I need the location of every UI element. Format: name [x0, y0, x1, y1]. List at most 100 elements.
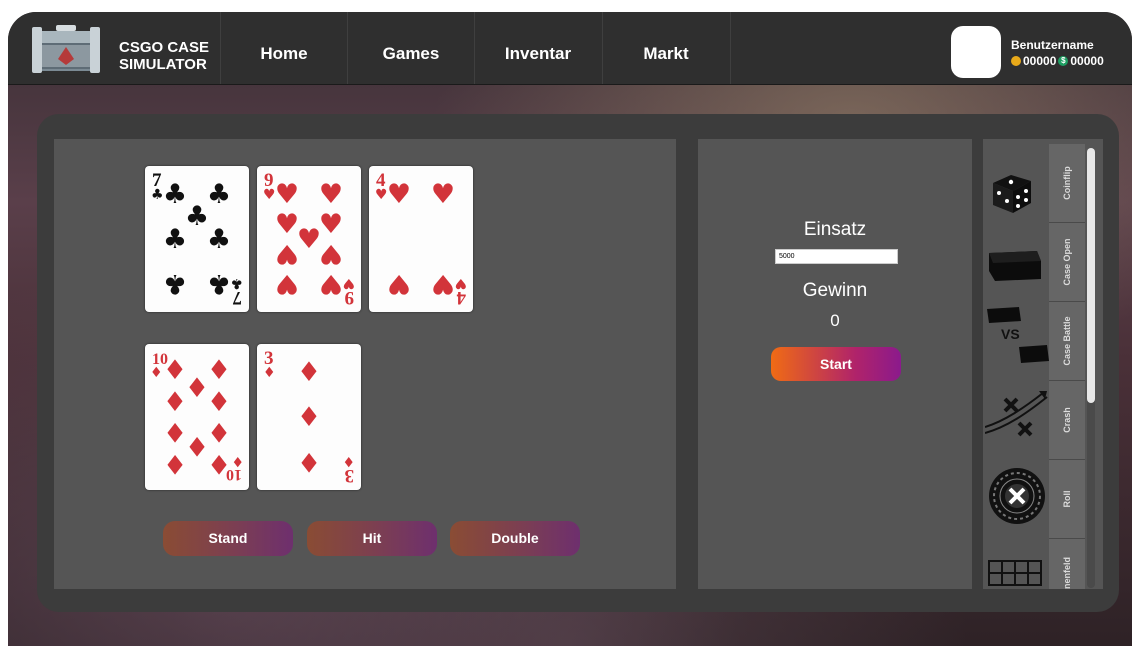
game-tab-label: Coinflip — [1062, 166, 1072, 200]
stand-button[interactable]: Stand — [163, 521, 293, 556]
nav-markt[interactable]: Markt — [603, 12, 729, 84]
start-button[interactable]: Start — [771, 347, 901, 381]
double-button[interactable]: Double — [450, 521, 580, 556]
svg-text:VS: VS — [1001, 326, 1020, 342]
brand-title: CSGO CASE SIMULATOR — [119, 39, 209, 73]
win-value: 0 — [830, 311, 840, 330]
bet-input[interactable] — [775, 249, 898, 264]
top-navbar: CSGO CASE SIMULATOR Home Games Inventar … — [8, 12, 1132, 85]
avatar[interactable] — [951, 26, 1001, 78]
card-pip: ♦ — [163, 416, 187, 447]
card-pip: ♥ — [275, 179, 299, 210]
card-suit-bottom: ♥ — [342, 275, 355, 291]
game-tab-label: Case Battle — [1062, 316, 1072, 366]
game-tab-label: Case Open — [1062, 238, 1072, 286]
card-pip: ♥ — [275, 209, 299, 240]
card-suit-top: ♦ — [150, 365, 163, 381]
playing-card-3-of-diamonds: 3 ♦ 3 ♦ ♦ ♦ ♦ — [257, 344, 361, 490]
card-pip: ♦ — [207, 387, 231, 418]
coin-icon — [1011, 56, 1021, 66]
bet-panel: Einsatz Gewinn 0 Start — [698, 139, 972, 589]
card-pip: ♥ — [319, 268, 343, 299]
coin-balance: 00000 — [1023, 54, 1057, 68]
card-pip: ♥ — [275, 268, 299, 299]
card-suit-top: ♣ — [151, 187, 164, 203]
card-pip: ♣ — [207, 224, 231, 255]
dice-icon[interactable] — [985, 161, 1049, 221]
playing-card-10-of-diamonds: 10 ♦ 10 ♦ ♦ ♦ ♦ ♦ ♦ ♦ ♦ ♦ ♦ ♦ — [145, 344, 249, 490]
crash-icon[interactable] — [985, 387, 1049, 447]
nav-inventar[interactable]: Inventar — [475, 12, 601, 84]
card-suit-bottom: ♦ — [231, 453, 244, 469]
card-pip: ♥ — [275, 238, 299, 269]
card-pip: ♥ — [387, 268, 411, 299]
card-suit-top: ♥ — [263, 187, 276, 203]
game-tab-minenfeld[interactable]: Minenfeld — [1049, 539, 1085, 589]
card-suit-top: ♥ — [375, 187, 388, 203]
card-face: 4♥4♥♥ ♥♥ ♥ — [375, 170, 467, 308]
username[interactable]: Benutzername — [1011, 38, 1094, 52]
case-icon[interactable] — [985, 237, 1049, 297]
card-pip: ♦ — [297, 357, 321, 388]
card-pip: ♥ — [297, 224, 321, 255]
dollar-icon: $ — [1058, 56, 1069, 66]
case-battle-icon[interactable]: VS — [985, 305, 1049, 365]
card-pip: ♦ — [207, 448, 231, 479]
card-face: 9♥9♥♥ ♥♥ ♥♥♥ ♥♥ ♥ — [263, 170, 355, 308]
scrollbar-thumb[interactable] — [1087, 148, 1095, 403]
card-face: 3♦3♦♦♦♦ — [263, 348, 355, 486]
game-tab-case-open[interactable]: Case Open — [1049, 223, 1085, 302]
game-tab-label: Roll — [1062, 490, 1072, 508]
balances: 00000 $ 00000 — [1011, 54, 1104, 68]
card-suit-bottom: ♣ — [230, 275, 243, 291]
card-pip: ♣ — [163, 224, 187, 255]
game-tab-coinflip[interactable]: Coinflip — [1049, 144, 1085, 223]
card-suit-bottom: ♦ — [342, 453, 355, 469]
nav-home[interactable]: Home — [221, 12, 347, 84]
card-face: 7♣7♣♣ ♣♣♣ ♣♣ ♣ — [151, 170, 243, 308]
card-pip: ♥ — [387, 179, 411, 210]
card-pip: ♦ — [163, 355, 187, 386]
game-tab-label: Crash — [1062, 407, 1072, 433]
nav-games[interactable]: Games — [348, 12, 474, 84]
dollar-balance: 00000 — [1070, 54, 1104, 68]
card-pip: ♣ — [207, 268, 231, 299]
brand-line-1: CSGO CASE — [119, 39, 210, 56]
hit-button[interactable]: Hit — [307, 521, 437, 556]
game-tab-label: Minenfeld — [1062, 557, 1072, 589]
main-panel: 7 ♣ 7 ♣ ♣ ♣ ♣ ♣ ♣ ♣ ♣ 9 ♥ 9 ♥ ♥ ♥ ♥ ♥ ♥ ♥ ♥ ♥ ♥ 4 ♥ 4 ♥ ♥ ♥ ♥ ♥ 10 ♦ 10 ♦ ♦… — [37, 114, 1119, 612]
card-pip: ♥ — [431, 179, 455, 210]
card-suit-top: ♦ — [263, 365, 276, 381]
card-pip: ♥ — [319, 238, 343, 269]
card-pip: ♦ — [207, 355, 231, 386]
blackjack-table: 7 ♣ 7 ♣ ♣ ♣ ♣ ♣ ♣ ♣ ♣ 9 ♥ 9 ♥ ♥ ♥ ♥ ♥ ♥ ♥ ♥ ♥ ♥ 4 ♥ 4 ♥ ♥ ♥ ♥ ♥ 10 ♦ 10 ♦ ♦… — [54, 139, 676, 589]
card-face: 10♦10♦♦ ♦♦♦ ♦♦ ♦♦♦ ♦ — [150, 351, 244, 483]
card-pip: ♦ — [163, 387, 187, 418]
card-pip: ♦ — [207, 416, 231, 447]
card-pip: ♦ — [297, 446, 321, 477]
bet-label: Einsatz — [803, 219, 867, 240]
app-window: CSGO CASE SIMULATOR Home Games Inventar … — [8, 12, 1132, 646]
card-pip: ♣ — [207, 179, 231, 210]
grid-icon[interactable] — [985, 551, 1049, 589]
roulette-icon[interactable] — [985, 465, 1049, 525]
game-tab-crash[interactable]: Crash — [1049, 381, 1085, 460]
game-sidebar-scrollbar[interactable] — [1087, 148, 1095, 588]
card-pip: ♥ — [319, 209, 343, 240]
nav-divider — [730, 12, 731, 84]
game-sidebar: VS Coinflip Case Open Case Battle Crash … — [983, 139, 1103, 589]
card-pip: ♣ — [163, 268, 187, 299]
game-tab-roll[interactable]: Roll — [1049, 460, 1085, 539]
card-pip: ♣ — [185, 201, 209, 232]
card-pip: ♣ — [163, 179, 187, 210]
card-suit-bottom: ♥ — [454, 275, 467, 291]
card-pip: ♦ — [297, 402, 321, 433]
card-pip: ♥ — [319, 179, 343, 210]
win-label: Gewinn — [802, 280, 868, 301]
case-logo-icon[interactable] — [30, 21, 102, 77]
brand-line-2: SIMULATOR — [119, 56, 207, 73]
playing-card-4-of-hearts: 4 ♥ 4 ♥ ♥ ♥ ♥ ♥ — [369, 166, 473, 312]
card-pip: ♦ — [163, 448, 187, 479]
card-pip: ♦ — [185, 373, 209, 404]
game-tab-case-battle[interactable]: Case Battle — [1049, 302, 1085, 381]
